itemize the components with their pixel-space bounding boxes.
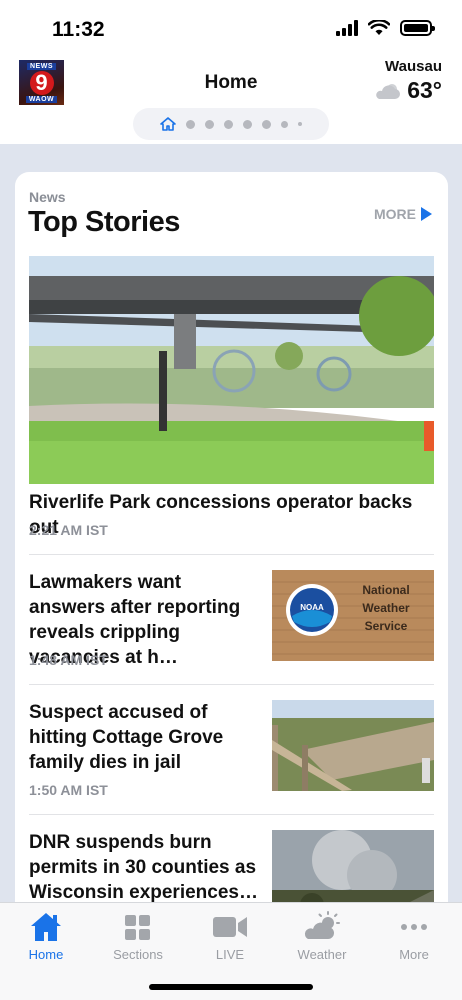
section-title: Top Stories xyxy=(28,206,180,238)
play-arrow-icon xyxy=(421,207,432,221)
page-dot[interactable] xyxy=(205,119,214,129)
page-indicator[interactable] xyxy=(133,108,329,140)
grid-icon xyxy=(125,915,150,940)
logo-top-text: NEWS xyxy=(27,62,56,70)
tab-home[interactable]: Home xyxy=(0,911,92,962)
tab-label: Sections xyxy=(113,947,163,962)
ellipsis-icon xyxy=(401,924,427,930)
top-stories-card: News Top Stories MORE Riverlife Park con… xyxy=(15,172,448,932)
story-thumbnail xyxy=(272,700,434,791)
divider xyxy=(29,684,434,685)
tab-label: Home xyxy=(28,947,64,962)
status-icons xyxy=(336,20,435,36)
partly-cloudy-icon xyxy=(304,911,340,939)
story-thumbnail: NOAA National Weather Service xyxy=(272,570,434,661)
home-icon xyxy=(31,913,61,941)
hero-story-time: 2:21 AM IST xyxy=(29,522,108,538)
divider xyxy=(29,814,434,815)
tab-weather[interactable]: Weather xyxy=(276,911,368,962)
home-indicator[interactable] xyxy=(149,984,313,990)
page-dot[interactable] xyxy=(298,122,302,126)
home-icon[interactable] xyxy=(160,117,176,131)
page-dot[interactable] xyxy=(243,119,252,129)
wifi-icon xyxy=(368,20,390,35)
story-item[interactable]: Lawmakers want answers after reporting r… xyxy=(29,570,434,680)
partly-cloudy-icon xyxy=(376,83,401,99)
section-kicker: News xyxy=(29,189,66,205)
thumb-text-line: Weather xyxy=(362,601,409,615)
page-dot[interactable] xyxy=(186,119,195,129)
story-item[interactable]: Suspect accused of hitting Cottage Grove… xyxy=(29,700,434,810)
tab-label: Weather xyxy=(297,947,347,962)
page-dot[interactable] xyxy=(281,120,288,128)
status-time: 11:32 xyxy=(52,18,105,41)
thumb-text-line: National xyxy=(362,583,409,597)
more-link[interactable]: MORE xyxy=(374,206,432,222)
battery-icon xyxy=(400,20,435,36)
tab-more[interactable]: More xyxy=(368,911,460,962)
hero-story-image[interactable] xyxy=(29,256,434,484)
thumb-text-line: Service xyxy=(365,619,408,633)
weather-temperature: 63° xyxy=(407,77,442,103)
story-time: 1:48 AM IST xyxy=(29,652,108,668)
page-dot[interactable] xyxy=(224,119,233,129)
story-headline: Suspect accused of hitting Cottage Grove… xyxy=(29,702,224,773)
app-header: NEWS 9 WAOW Home Wausau 63° xyxy=(0,56,462,144)
tab-sections[interactable]: Sections xyxy=(92,911,184,962)
header-weather[interactable]: Wausau 63° xyxy=(373,58,442,104)
tab-live[interactable]: LIVE xyxy=(184,911,276,962)
more-label: MORE xyxy=(374,206,416,222)
page-dot[interactable] xyxy=(262,119,271,129)
weather-city: Wausau xyxy=(385,58,442,75)
story-time: 1:50 AM IST xyxy=(29,782,108,798)
tab-label: LIVE xyxy=(215,947,245,962)
noaa-logo-text: NOAA xyxy=(300,603,324,612)
story-headline: DNR suspends burn permits in 30 counties… xyxy=(29,832,258,903)
cellular-signal-icon xyxy=(336,20,358,36)
tab-label: More xyxy=(399,947,429,962)
video-camera-icon xyxy=(213,917,247,937)
logo-bottom-text: WAOW xyxy=(25,95,58,103)
status-bar: 11:32 xyxy=(0,0,462,56)
divider xyxy=(29,554,434,555)
